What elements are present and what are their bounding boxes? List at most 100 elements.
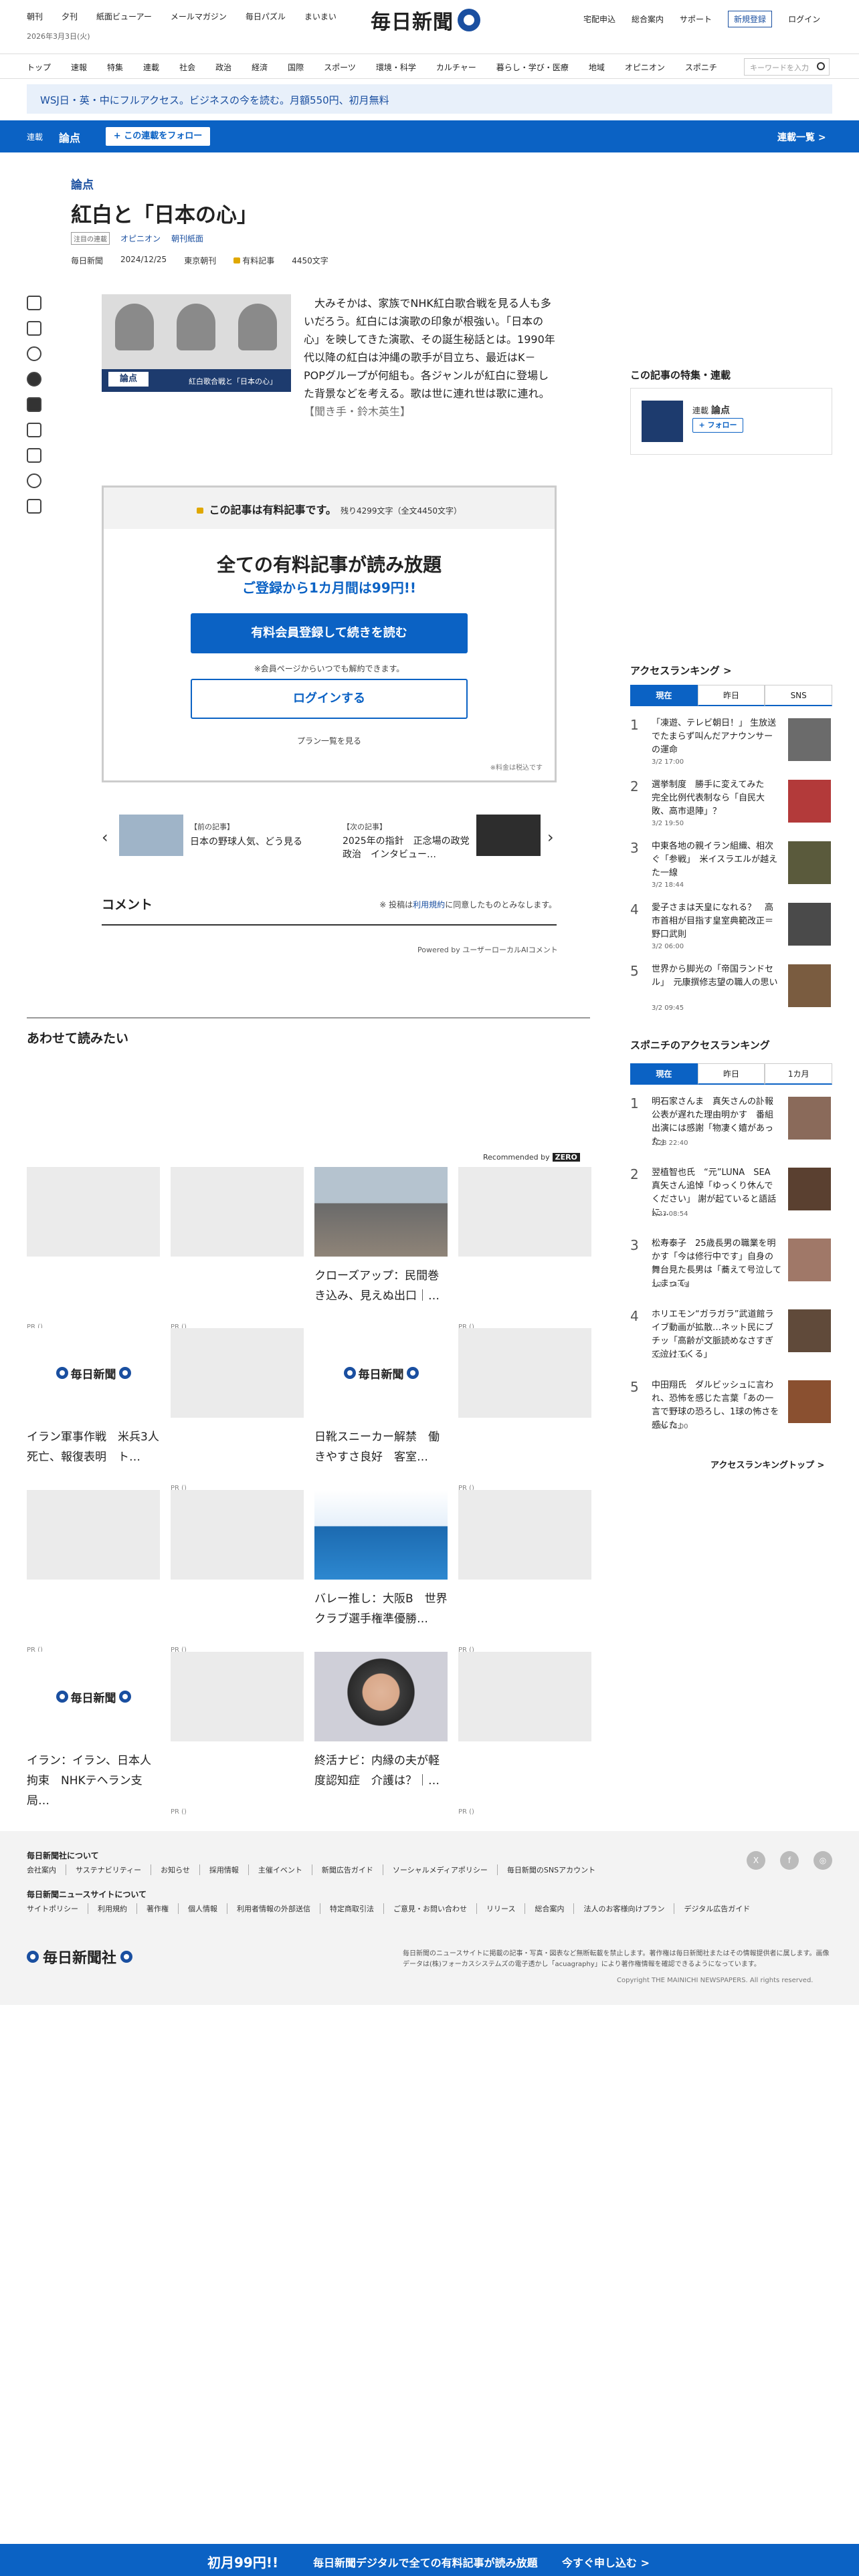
recommend-tile[interactable]: PR (): [171, 1167, 304, 1331]
instagram-icon[interactable]: ◎: [814, 1851, 832, 1870]
footer-link[interactable]: 会社案内: [27, 1864, 66, 1875]
nav-item[interactable]: 政治: [215, 62, 231, 73]
ranking-item[interactable]: 5 世界から脚光の「帝国ランドセル」 元康撰修志望の職人の思い 3/2 09:45: [630, 960, 832, 1023]
recommend-tile[interactable]: 終活ナビ：内縁の夫が軽度認知症 介護は？｜…: [314, 1652, 448, 1791]
recommend-title[interactable]: クローズアップ：民間巻き込み、見えぬ出口｜…: [314, 1266, 448, 1306]
series-list-link[interactable]: 連載一覧 >: [777, 130, 826, 144]
footer-link[interactable]: お知らせ: [151, 1864, 199, 1875]
bookmark-icon[interactable]: [27, 423, 41, 437]
nav-item[interactable]: 経済: [252, 62, 268, 73]
footer-link[interactable]: 著作権: [136, 1903, 178, 1914]
rank-title[interactable]: 愛子さまは天皇になれる？ 高市首相が目指す皇室典範改正＝野口武則: [652, 901, 781, 942]
footer-link[interactable]: 新聞広告ガイド: [311, 1864, 383, 1875]
ranking-item[interactable]: 4 愛子さまは天皇になれる？ 高市首相が目指す皇室典範改正＝野口武則 3/2 06:…: [630, 899, 832, 962]
login-link[interactable]: ログイン: [788, 13, 820, 25]
footer-link[interactable]: 採用情報: [199, 1864, 248, 1875]
recommend-tile[interactable]: PR (): [458, 1652, 591, 1816]
nav-item[interactable]: スポーツ: [324, 62, 356, 73]
feature-card[interactable]: 連載 論点 + フォロー: [630, 388, 832, 455]
footer-link[interactable]: 特定商取引法: [320, 1903, 383, 1914]
recommend-tile[interactable]: PR (): [171, 1328, 304, 1492]
recommend-title[interactable]: 終活ナビ：内縁の夫が軽度認知症 介護は？｜…: [314, 1751, 448, 1791]
top-link-viewer[interactable]: 紙面ビューアー: [96, 11, 152, 22]
footer-link[interactable]: 毎日新聞のSNSアカウント: [496, 1864, 605, 1875]
delivery-link[interactable]: 宅配申込: [583, 13, 615, 25]
nav-item[interactable]: オピニオン: [625, 62, 665, 73]
ranking-item[interactable]: 1 明石家さんま 真矢さんの訃報公表が遅れた理由明かす 番組出演には感謝「物凄く嬉…: [630, 1093, 832, 1156]
recommend-title[interactable]: バレー推し：大阪B 世界クラブ選手権準優勝…: [314, 1589, 448, 1629]
recommend-tile[interactable]: 毎日新聞 イラン：イラン、日本人拘束 NHKテヘラン支局…: [27, 1652, 160, 1811]
tab-yesterday[interactable]: 昨日: [697, 1063, 765, 1085]
follow-series-button[interactable]: + この連載をフォロー: [106, 127, 210, 146]
share-facebook-icon[interactable]: [27, 372, 41, 387]
nav-item[interactable]: 環境・科学: [376, 62, 416, 73]
login-button[interactable]: ログインする: [191, 679, 468, 719]
next-thumbnail[interactable]: [476, 815, 541, 856]
ranking-item[interactable]: 1 「凍遊、テレビ朝日！」 生放送でたまらず叫んだアナウンサーの運命 3/2 17:…: [630, 714, 832, 777]
nav-item[interactable]: 連載: [143, 62, 159, 73]
recommend-title[interactable]: イラン：イラン、日本人拘束 NHKテヘラン支局…: [27, 1751, 160, 1811]
tab-now[interactable]: 現在: [630, 685, 698, 706]
nav-item[interactable]: 地域: [589, 62, 605, 73]
footer-link[interactable]: ご意見・お問い合わせ: [383, 1903, 476, 1914]
search-icon[interactable]: [817, 62, 825, 70]
prev-thumbnail[interactable]: [119, 815, 183, 856]
ranking-heading[interactable]: アクセスランキング >: [630, 663, 732, 677]
footer-link[interactable]: 個人情報: [178, 1903, 227, 1914]
top-link-puzzle[interactable]: 毎日パズル: [246, 11, 286, 22]
register-button[interactable]: 新規登録: [728, 11, 773, 27]
top-link-evening[interactable]: 夕刊: [62, 11, 78, 22]
top-link-mail[interactable]: メールマガジン: [171, 11, 227, 22]
nav-item[interactable]: 国際: [288, 62, 304, 73]
recommend-tile[interactable]: PR (): [27, 1490, 160, 1654]
footer-logo[interactable]: 毎日新聞社: [27, 1946, 133, 1967]
recommend-tile[interactable]: PR (): [27, 1167, 160, 1331]
recommend-tile[interactable]: 毎日新聞 日靴スニーカー解禁 働きやすさ良好 客室…: [314, 1328, 448, 1467]
print-icon[interactable]: [27, 499, 41, 514]
nav-item[interactable]: 暮らし・学び・医療: [496, 62, 569, 73]
series-title[interactable]: 論点: [59, 129, 80, 145]
share-threads-icon[interactable]: [27, 346, 41, 361]
tag-opinion[interactable]: オピニオン: [120, 233, 161, 244]
rank-title[interactable]: 選挙制度 勝手に変えてみた 完全比例代表制なら「自民大敗、高市退陣」？: [652, 778, 781, 819]
recommend-title[interactable]: イラン軍事作戦 米兵3人死亡、報復表明 ト…: [27, 1427, 160, 1467]
recommend-tile[interactable]: クローズアップ：民間巻き込み、見えぬ出口｜…: [314, 1167, 448, 1306]
article-kicker[interactable]: 論点: [71, 175, 94, 192]
prev-article-link[interactable]: 日本の野球人気、どう見る: [190, 835, 302, 848]
footer-link[interactable]: デジタル広告ガイド: [674, 1903, 759, 1914]
mail-icon[interactable]: [27, 448, 41, 463]
nav-item[interactable]: 特集: [107, 62, 123, 73]
rank-title[interactable]: 世界から脚光の「帝国ランドセル」 元康撰修志望の職人の思い: [652, 963, 781, 990]
top-link-maimai[interactable]: まいまい: [304, 11, 337, 22]
subscribe-button[interactable]: 有料会員登録して続きを読む: [191, 613, 468, 653]
terms-link[interactable]: 利用規約: [413, 900, 445, 909]
ranking-item[interactable]: 3 松寿泰子 25歳長男の職業を明かす「今は修行中です」自身の舞台見た長男は「蕎え…: [630, 1235, 832, 1297]
recommend-tile[interactable]: 毎日新聞 イラン軍事作戦 米兵3人死亡、報復表明 ト…: [27, 1328, 160, 1467]
footer-link[interactable]: 主催イベント: [248, 1864, 312, 1875]
ranking-item[interactable]: 2 選挙制度 勝手に変えてみた 完全比例代表制なら「自民大敗、高市退陣」？ 3/2 …: [630, 776, 832, 839]
recommend-tile[interactable]: PR (): [458, 1167, 591, 1331]
x-icon[interactable]: X: [747, 1851, 765, 1870]
footer-link[interactable]: サステナビリティー: [66, 1864, 151, 1875]
next-article-link[interactable]: 2025年の指針 正念場の政党政治 インタビュー…: [343, 835, 476, 861]
nav-item[interactable]: 速報: [71, 62, 87, 73]
footer-link[interactable]: 利用規約: [88, 1903, 136, 1914]
subscribe-sticky-bar[interactable]: 初月99円!! 毎日新聞デジタルで全ての有料記事が読み放題 今すぐ申し込む >: [0, 2544, 859, 2576]
guide-link[interactable]: 総合案内: [632, 13, 664, 25]
footer-link[interactable]: 総合案内: [524, 1903, 573, 1914]
nav-item[interactable]: カルチャー: [436, 62, 476, 73]
tab-yesterday[interactable]: 昨日: [697, 685, 765, 706]
plans-link[interactable]: プラン一覧を見る: [104, 735, 555, 746]
nav-item[interactable]: スポニチ: [685, 62, 717, 73]
facebook-icon[interactable]: f: [780, 1851, 799, 1870]
search-input[interactable]: キーワードを入力: [744, 58, 830, 76]
footer-link[interactable]: サイトポリシー: [27, 1903, 88, 1914]
tab-sns[interactable]: SNS: [765, 685, 833, 706]
footer-link[interactable]: 法人のお客様向けプラン: [573, 1903, 674, 1914]
tab-now[interactable]: 現在: [630, 1063, 698, 1085]
prev-arrow-icon[interactable]: ‹: [102, 828, 108, 847]
link-icon[interactable]: [27, 473, 41, 488]
recommend-title[interactable]: 日靴スニーカー解禁 働きやすさ良好 客室…: [314, 1427, 448, 1467]
ranking-item[interactable]: 2 翌植智也氏 “元”LUNA SEA 真矢さん追悼「ゆっくり休んでください」 謝…: [630, 1164, 832, 1226]
recommend-tile[interactable]: PR (): [171, 1490, 304, 1654]
